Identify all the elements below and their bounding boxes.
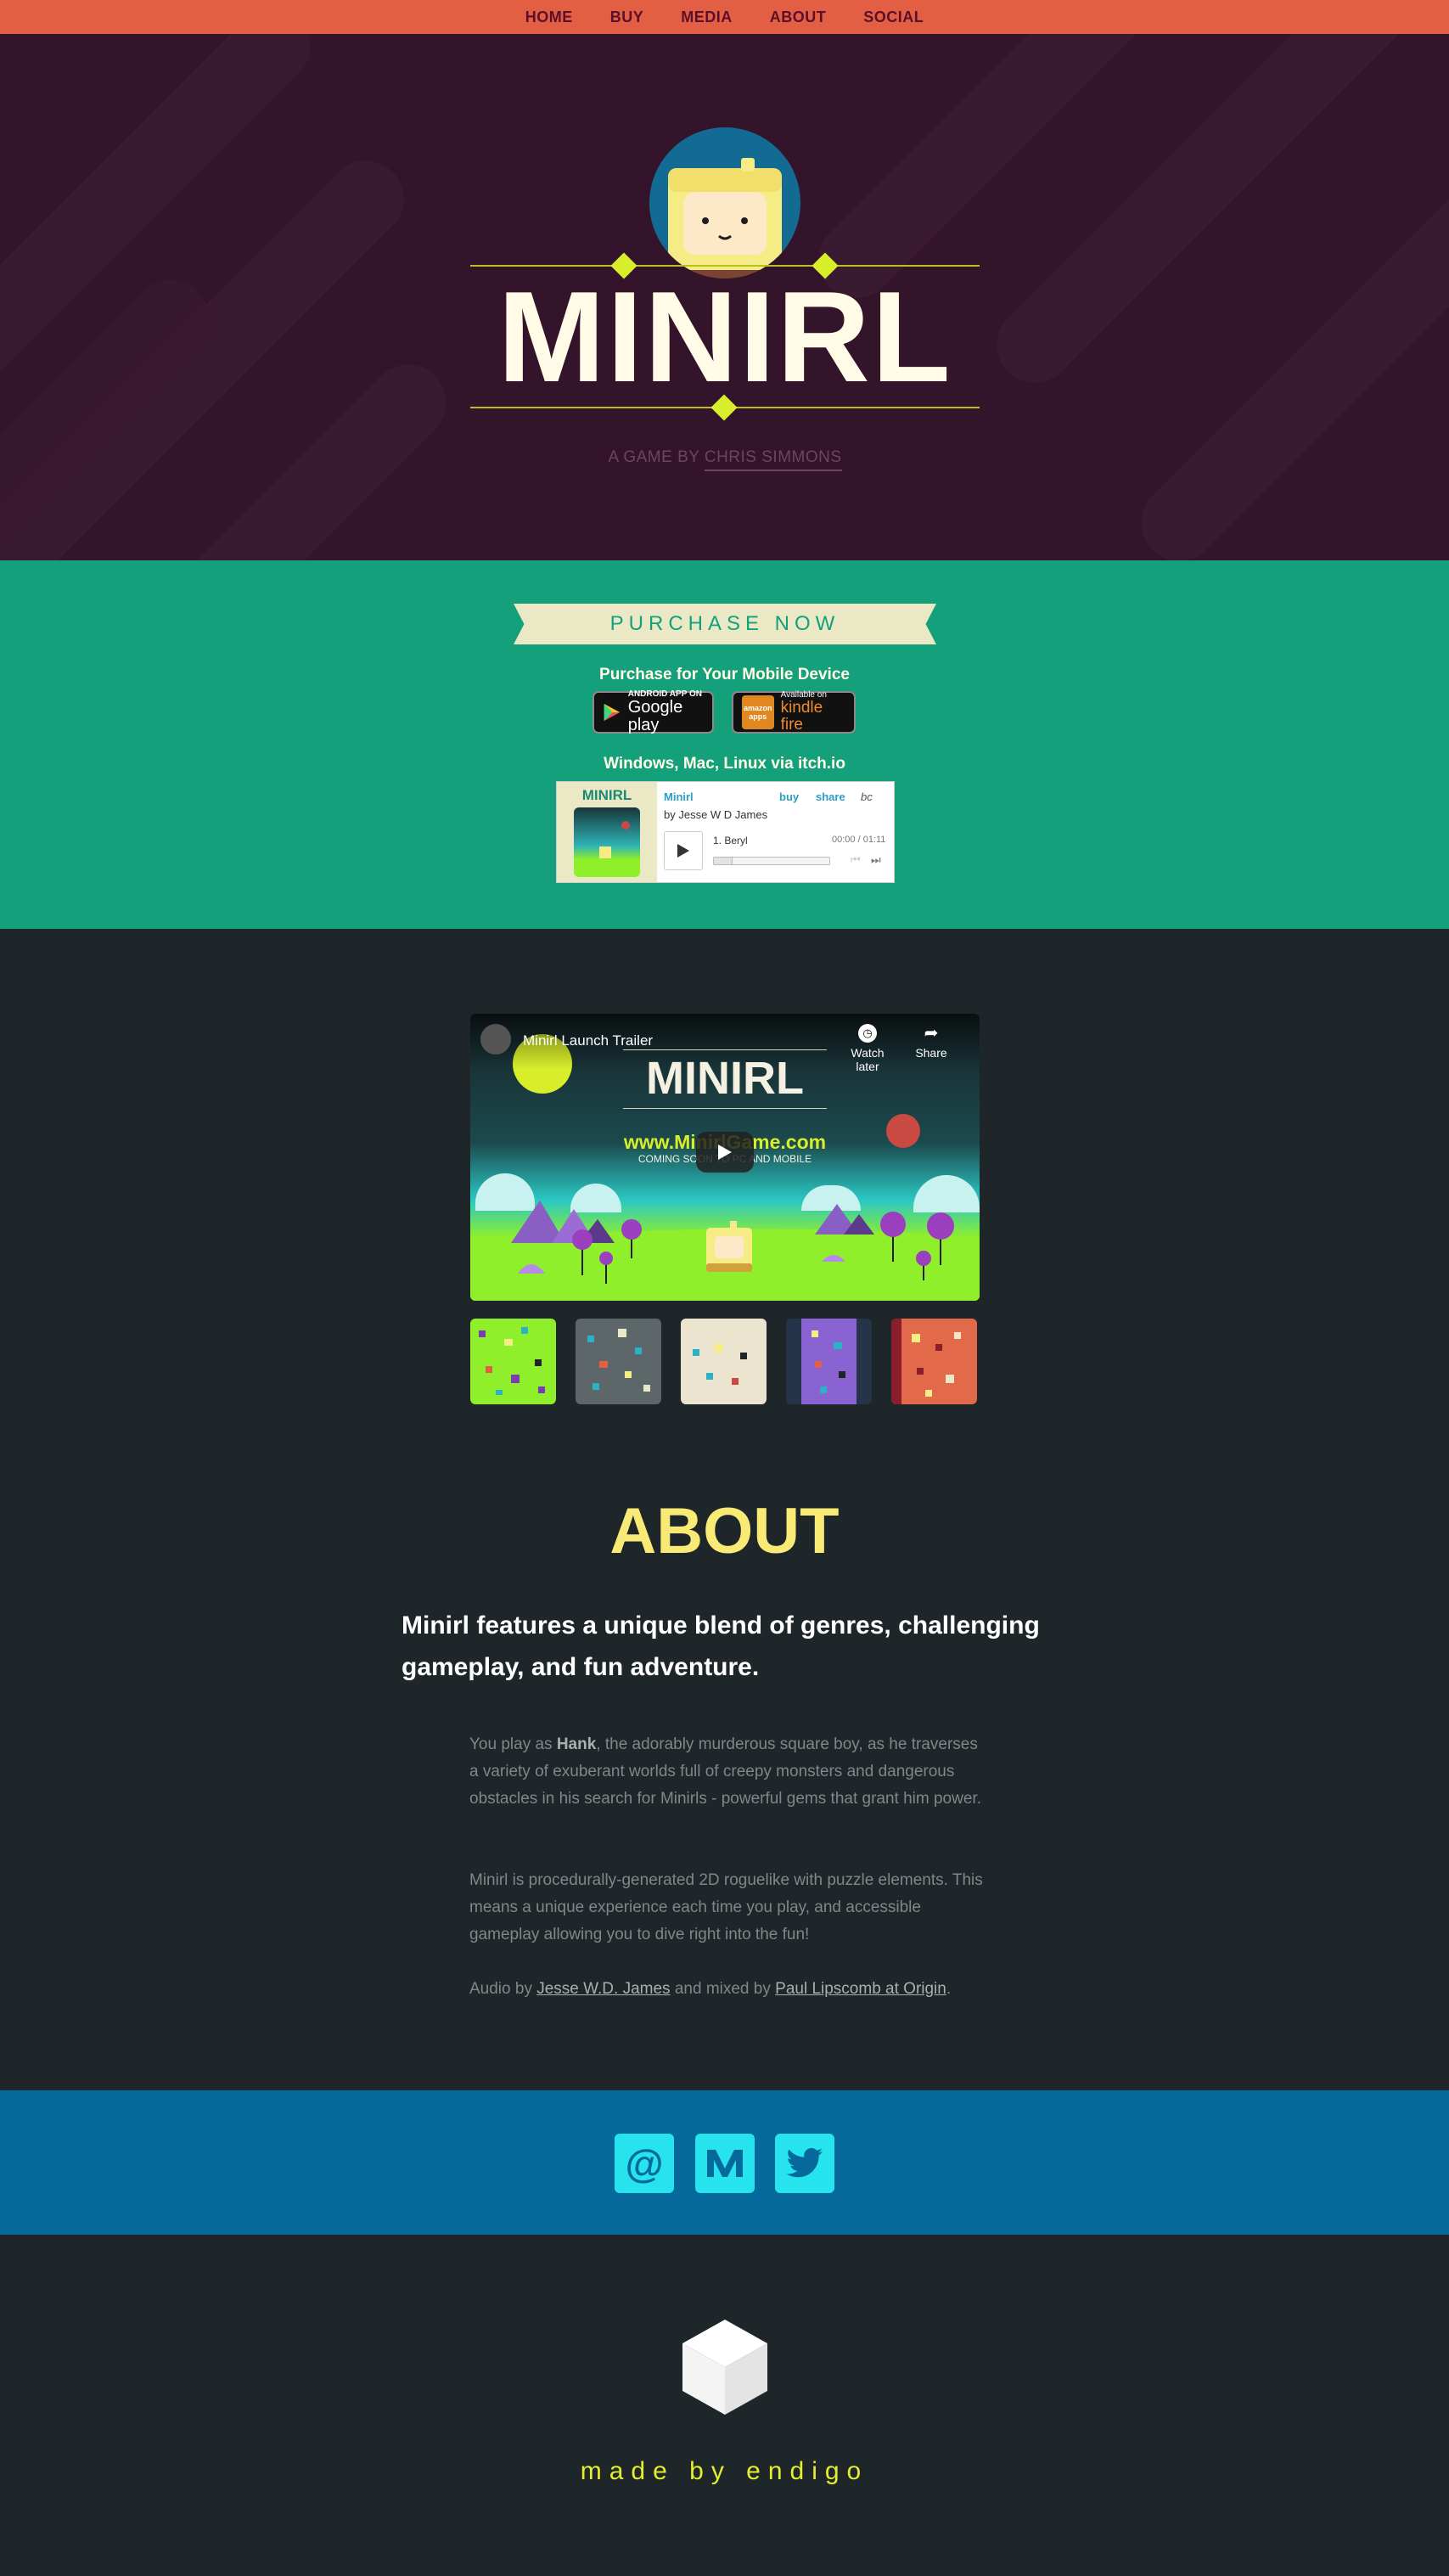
made-by-credit[interactable]: made by endigo bbox=[0, 2457, 1449, 2486]
footer: made by endigo bbox=[0, 2235, 1449, 2576]
byline-prefix: A GAME BY bbox=[608, 448, 700, 466]
play-icon bbox=[677, 844, 689, 858]
twitter-button[interactable] bbox=[775, 2134, 834, 2193]
purchase-banner: PURCHASE NOW bbox=[514, 604, 936, 644]
nav-home-link[interactable]: HOME bbox=[525, 8, 573, 26]
amazon-text: Available on kindle fire bbox=[780, 690, 845, 734]
google-play-text: ANDROID APP ON Google play bbox=[627, 689, 704, 735]
author-link[interactable]: CHRIS SIMMONS bbox=[704, 448, 842, 471]
progress-bar[interactable] bbox=[713, 857, 830, 865]
email-button[interactable]: @ bbox=[615, 2134, 674, 2193]
medium-icon bbox=[707, 2150, 743, 2177]
social-section: @ bbox=[0, 2090, 1449, 2235]
progress-handle[interactable] bbox=[714, 858, 733, 864]
amazon-kindle-button[interactable]: amazon apps Available on kindle fire bbox=[732, 690, 856, 734]
bandcamp-logo-icon[interactable]: bc bbox=[861, 790, 873, 803]
album-link[interactable]: Minirl bbox=[664, 790, 694, 803]
nav-media-link[interactable]: MEDIA bbox=[681, 8, 733, 26]
jesse-james-link[interactable]: Jesse W.D. James bbox=[536, 1980, 670, 1998]
twitter-icon bbox=[786, 2148, 823, 2178]
medium-button[interactable] bbox=[695, 2134, 755, 2193]
screenshot-art bbox=[891, 1319, 961, 1404]
google-play-button[interactable]: ANDROID APP ON Google play bbox=[593, 689, 714, 735]
artist-name: by Jesse W D James bbox=[664, 808, 768, 821]
nav-social-link[interactable]: SOCIAL bbox=[863, 8, 924, 26]
channel-avatar[interactable] bbox=[480, 1024, 511, 1055]
hank-avatar bbox=[649, 127, 800, 278]
screenshot-thumbnail[interactable] bbox=[470, 1319, 556, 1404]
screenshot-art bbox=[693, 1344, 747, 1385]
album-cover[interactable]: MINIRL bbox=[557, 782, 657, 882]
purchase-section: PURCHASE NOW Purchase for Your Mobile De… bbox=[0, 560, 1449, 929]
screenshot-art bbox=[812, 1330, 845, 1393]
track-time: 00:00 / 01:11 bbox=[832, 835, 886, 845]
byline: A GAME BY CHRIS SIMMONS bbox=[470, 448, 980, 471]
watch-later-button[interactable]: ◷ Watch later bbox=[842, 1024, 893, 1073]
nav-buy-link[interactable]: BUY bbox=[610, 8, 644, 26]
share-icon: ➦ bbox=[924, 1024, 939, 1043]
endigo-cube-logo[interactable] bbox=[681, 2318, 769, 2416]
share-link[interactable]: share bbox=[816, 790, 845, 803]
hank-mini-icon bbox=[599, 846, 611, 858]
cover-title: MINIRL bbox=[581, 787, 632, 803]
story-text-start: You play as bbox=[469, 1735, 557, 1753]
amazon-logo-text: amazon bbox=[744, 704, 772, 712]
video-title[interactable]: Minirl Launch Trailer bbox=[523, 1032, 653, 1049]
play-button[interactable] bbox=[664, 831, 703, 870]
screenshot-art bbox=[587, 1329, 650, 1392]
share-button[interactable]: ➦ Share bbox=[910, 1024, 952, 1060]
mobile-label: Purchase for Your Mobile Device bbox=[599, 666, 850, 683]
nav-about-link[interactable]: ABOUT bbox=[770, 8, 827, 26]
about-paragraph-story: You play as Hank, the adorably murderous… bbox=[469, 1731, 987, 1813]
next-track-icon[interactable]: ⏭ bbox=[871, 853, 881, 867]
play-icon bbox=[718, 1145, 732, 1160]
top-nav: HOME BUY MEDIA ABOUT SOCIAL bbox=[0, 0, 1449, 34]
overlay-rule bbox=[623, 1049, 827, 1050]
about-heading: ABOUT bbox=[609, 1495, 840, 1567]
hank-name: Hank bbox=[556, 1735, 597, 1753]
play-store-icon bbox=[604, 703, 621, 722]
screenshot-thumbnail[interactable] bbox=[576, 1319, 661, 1404]
media-section: Minirl Launch Trailer ◷ Watch later ➦ Sh… bbox=[0, 929, 1449, 1443]
clock-icon: ◷ bbox=[858, 1024, 877, 1043]
credits-text: and mixed by bbox=[670, 1980, 776, 1998]
screenshot-thumbnail[interactable] bbox=[786, 1319, 872, 1404]
paul-lipscomb-link[interactable]: Paul Lipscomb at Origin bbox=[775, 1980, 946, 1998]
about-section: ABOUT Minirl features a unique blend of … bbox=[0, 1443, 1449, 2090]
desktop-label: Windows, Mac, Linux via itch.io bbox=[604, 755, 845, 773]
credits-text: Audio by bbox=[469, 1980, 537, 1998]
share-label: Share bbox=[915, 1046, 947, 1060]
screenshot-art bbox=[479, 1327, 545, 1395]
overlay-rule bbox=[623, 1108, 827, 1109]
hero-section: MINIRL A GAME BY CHRIS SIMMONS bbox=[0, 34, 1449, 560]
credits-text: . bbox=[946, 1980, 952, 1998]
google-play-big: Google play bbox=[627, 698, 683, 735]
buy-link[interactable]: buy bbox=[779, 790, 799, 803]
amazon-logo-sub: apps bbox=[749, 712, 767, 721]
trailer-video[interactable]: Minirl Launch Trailer ◷ Watch later ➦ Sh… bbox=[470, 1014, 980, 1301]
amazon-big: kindle fire bbox=[780, 699, 823, 734]
about-paragraph-gameplay: Minirl is procedurally-generated 2D rogu… bbox=[469, 1871, 983, 1943]
hank-face-icon bbox=[649, 158, 800, 278]
overlay-title: MINIRL bbox=[646, 1053, 804, 1104]
moon-icon bbox=[621, 821, 630, 830]
cover-art bbox=[574, 807, 640, 877]
screenshot-thumbnail[interactable] bbox=[891, 1319, 977, 1404]
about-paragraph-credits: Audio by Jesse W.D. James and mixed by P… bbox=[469, 1976, 987, 2003]
track-name: 1. Beryl bbox=[713, 835, 748, 846]
landscape-art bbox=[470, 1201, 980, 1301]
screenshot-thumbnail[interactable] bbox=[681, 1319, 767, 1404]
about-lead: Minirl features a unique blend of genres… bbox=[402, 1611, 1040, 1681]
email-icon: @ bbox=[625, 2141, 664, 2185]
prev-track-icon[interactable]: ⏮ bbox=[851, 853, 861, 867]
game-title: MINIRL bbox=[497, 265, 952, 409]
watch-later-label: Watch later bbox=[851, 1046, 885, 1073]
video-play-button[interactable] bbox=[696, 1132, 754, 1173]
bandcamp-player: MINIRL Minirl buy share bc by Jesse W D … bbox=[556, 781, 895, 883]
amazon-logo-icon: amazon apps bbox=[742, 695, 774, 729]
